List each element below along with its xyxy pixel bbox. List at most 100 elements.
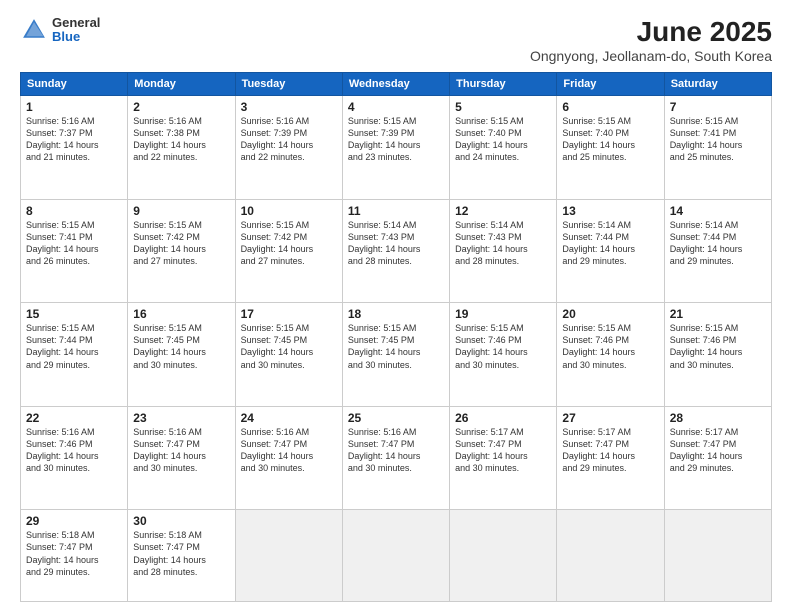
col-wednesday: Wednesday [342, 73, 449, 96]
page: General Blue June 2025 Ongnyong, Jeollan… [0, 0, 792, 612]
day-info: Sunrise: 5:15 AM Sunset: 7:46 PM Dayligh… [562, 322, 658, 371]
table-row [557, 510, 664, 602]
day-number: 19 [455, 307, 551, 321]
day-number: 30 [133, 514, 229, 528]
day-info: Sunrise: 5:15 AM Sunset: 7:40 PM Dayligh… [455, 115, 551, 164]
table-row: 22Sunrise: 5:16 AM Sunset: 7:46 PM Dayli… [21, 406, 128, 510]
day-info: Sunrise: 5:15 AM Sunset: 7:46 PM Dayligh… [670, 322, 766, 371]
logo-text: General Blue [52, 16, 100, 45]
day-number: 21 [670, 307, 766, 321]
table-row: 8Sunrise: 5:15 AM Sunset: 7:41 PM Daylig… [21, 199, 128, 303]
day-number: 6 [562, 100, 658, 114]
day-number: 10 [241, 204, 337, 218]
logo-blue: Blue [52, 30, 100, 44]
col-tuesday: Tuesday [235, 73, 342, 96]
day-number: 18 [348, 307, 444, 321]
table-row [235, 510, 342, 602]
day-info: Sunrise: 5:18 AM Sunset: 7:47 PM Dayligh… [26, 529, 122, 578]
day-number: 11 [348, 204, 444, 218]
day-number: 23 [133, 411, 229, 425]
day-info: Sunrise: 5:18 AM Sunset: 7:47 PM Dayligh… [133, 529, 229, 578]
day-number: 20 [562, 307, 658, 321]
table-row: 25Sunrise: 5:16 AM Sunset: 7:47 PM Dayli… [342, 406, 449, 510]
day-info: Sunrise: 5:14 AM Sunset: 7:43 PM Dayligh… [348, 219, 444, 268]
day-info: Sunrise: 5:16 AM Sunset: 7:37 PM Dayligh… [26, 115, 122, 164]
page-title: June 2025 [530, 16, 772, 48]
day-number: 4 [348, 100, 444, 114]
logo-icon [20, 16, 48, 44]
table-row: 2Sunrise: 5:16 AM Sunset: 7:38 PM Daylig… [128, 96, 235, 200]
day-number: 7 [670, 100, 766, 114]
table-row: 12Sunrise: 5:14 AM Sunset: 7:43 PM Dayli… [450, 199, 557, 303]
day-info: Sunrise: 5:16 AM Sunset: 7:47 PM Dayligh… [348, 426, 444, 475]
day-info: Sunrise: 5:15 AM Sunset: 7:45 PM Dayligh… [348, 322, 444, 371]
table-row: 30Sunrise: 5:18 AM Sunset: 7:47 PM Dayli… [128, 510, 235, 602]
day-number: 16 [133, 307, 229, 321]
day-number: 5 [455, 100, 551, 114]
logo: General Blue [20, 16, 100, 45]
table-row: 16Sunrise: 5:15 AM Sunset: 7:45 PM Dayli… [128, 303, 235, 407]
table-row: 23Sunrise: 5:16 AM Sunset: 7:47 PM Dayli… [128, 406, 235, 510]
calendar-table: Sunday Monday Tuesday Wednesday Thursday… [20, 72, 772, 602]
day-number: 14 [670, 204, 766, 218]
col-sunday: Sunday [21, 73, 128, 96]
day-number: 1 [26, 100, 122, 114]
day-number: 9 [133, 204, 229, 218]
table-row: 21Sunrise: 5:15 AM Sunset: 7:46 PM Dayli… [664, 303, 771, 407]
table-row: 9Sunrise: 5:15 AM Sunset: 7:42 PM Daylig… [128, 199, 235, 303]
day-info: Sunrise: 5:15 AM Sunset: 7:41 PM Dayligh… [26, 219, 122, 268]
table-row: 1Sunrise: 5:16 AM Sunset: 7:37 PM Daylig… [21, 96, 128, 200]
day-number: 17 [241, 307, 337, 321]
day-number: 3 [241, 100, 337, 114]
page-subtitle: Ongnyong, Jeollanam-do, South Korea [530, 48, 772, 64]
day-number: 22 [26, 411, 122, 425]
table-row [342, 510, 449, 602]
col-monday: Monday [128, 73, 235, 96]
table-row [664, 510, 771, 602]
col-saturday: Saturday [664, 73, 771, 96]
table-row: 28Sunrise: 5:17 AM Sunset: 7:47 PM Dayli… [664, 406, 771, 510]
day-info: Sunrise: 5:15 AM Sunset: 7:44 PM Dayligh… [26, 322, 122, 371]
day-number: 8 [26, 204, 122, 218]
table-row: 29Sunrise: 5:18 AM Sunset: 7:47 PM Dayli… [21, 510, 128, 602]
table-row: 10Sunrise: 5:15 AM Sunset: 7:42 PM Dayli… [235, 199, 342, 303]
table-row: 11Sunrise: 5:14 AM Sunset: 7:43 PM Dayli… [342, 199, 449, 303]
table-row: 19Sunrise: 5:15 AM Sunset: 7:46 PM Dayli… [450, 303, 557, 407]
day-info: Sunrise: 5:16 AM Sunset: 7:47 PM Dayligh… [241, 426, 337, 475]
table-row: 5Sunrise: 5:15 AM Sunset: 7:40 PM Daylig… [450, 96, 557, 200]
table-row: 4Sunrise: 5:15 AM Sunset: 7:39 PM Daylig… [342, 96, 449, 200]
day-info: Sunrise: 5:16 AM Sunset: 7:46 PM Dayligh… [26, 426, 122, 475]
header: General Blue June 2025 Ongnyong, Jeollan… [20, 16, 772, 64]
day-info: Sunrise: 5:17 AM Sunset: 7:47 PM Dayligh… [455, 426, 551, 475]
table-row: 17Sunrise: 5:15 AM Sunset: 7:45 PM Dayli… [235, 303, 342, 407]
day-info: Sunrise: 5:14 AM Sunset: 7:43 PM Dayligh… [455, 219, 551, 268]
day-number: 2 [133, 100, 229, 114]
day-number: 29 [26, 514, 122, 528]
col-thursday: Thursday [450, 73, 557, 96]
day-info: Sunrise: 5:15 AM Sunset: 7:42 PM Dayligh… [133, 219, 229, 268]
day-info: Sunrise: 5:15 AM Sunset: 7:39 PM Dayligh… [348, 115, 444, 164]
table-row: 3Sunrise: 5:16 AM Sunset: 7:39 PM Daylig… [235, 96, 342, 200]
day-number: 25 [348, 411, 444, 425]
calendar-body: 1Sunrise: 5:16 AM Sunset: 7:37 PM Daylig… [21, 96, 772, 602]
day-info: Sunrise: 5:14 AM Sunset: 7:44 PM Dayligh… [562, 219, 658, 268]
day-number: 15 [26, 307, 122, 321]
day-info: Sunrise: 5:14 AM Sunset: 7:44 PM Dayligh… [670, 219, 766, 268]
day-info: Sunrise: 5:17 AM Sunset: 7:47 PM Dayligh… [562, 426, 658, 475]
day-info: Sunrise: 5:15 AM Sunset: 7:45 PM Dayligh… [133, 322, 229, 371]
day-info: Sunrise: 5:15 AM Sunset: 7:42 PM Dayligh… [241, 219, 337, 268]
day-info: Sunrise: 5:15 AM Sunset: 7:46 PM Dayligh… [455, 322, 551, 371]
col-friday: Friday [557, 73, 664, 96]
day-info: Sunrise: 5:16 AM Sunset: 7:47 PM Dayligh… [133, 426, 229, 475]
day-number: 27 [562, 411, 658, 425]
day-number: 13 [562, 204, 658, 218]
table-row: 7Sunrise: 5:15 AM Sunset: 7:41 PM Daylig… [664, 96, 771, 200]
day-info: Sunrise: 5:16 AM Sunset: 7:39 PM Dayligh… [241, 115, 337, 164]
table-row: 14Sunrise: 5:14 AM Sunset: 7:44 PM Dayli… [664, 199, 771, 303]
calendar-header-row: Sunday Monday Tuesday Wednesday Thursday… [21, 73, 772, 96]
table-row: 6Sunrise: 5:15 AM Sunset: 7:40 PM Daylig… [557, 96, 664, 200]
day-number: 12 [455, 204, 551, 218]
table-row: 26Sunrise: 5:17 AM Sunset: 7:47 PM Dayli… [450, 406, 557, 510]
day-number: 28 [670, 411, 766, 425]
day-info: Sunrise: 5:15 AM Sunset: 7:40 PM Dayligh… [562, 115, 658, 164]
